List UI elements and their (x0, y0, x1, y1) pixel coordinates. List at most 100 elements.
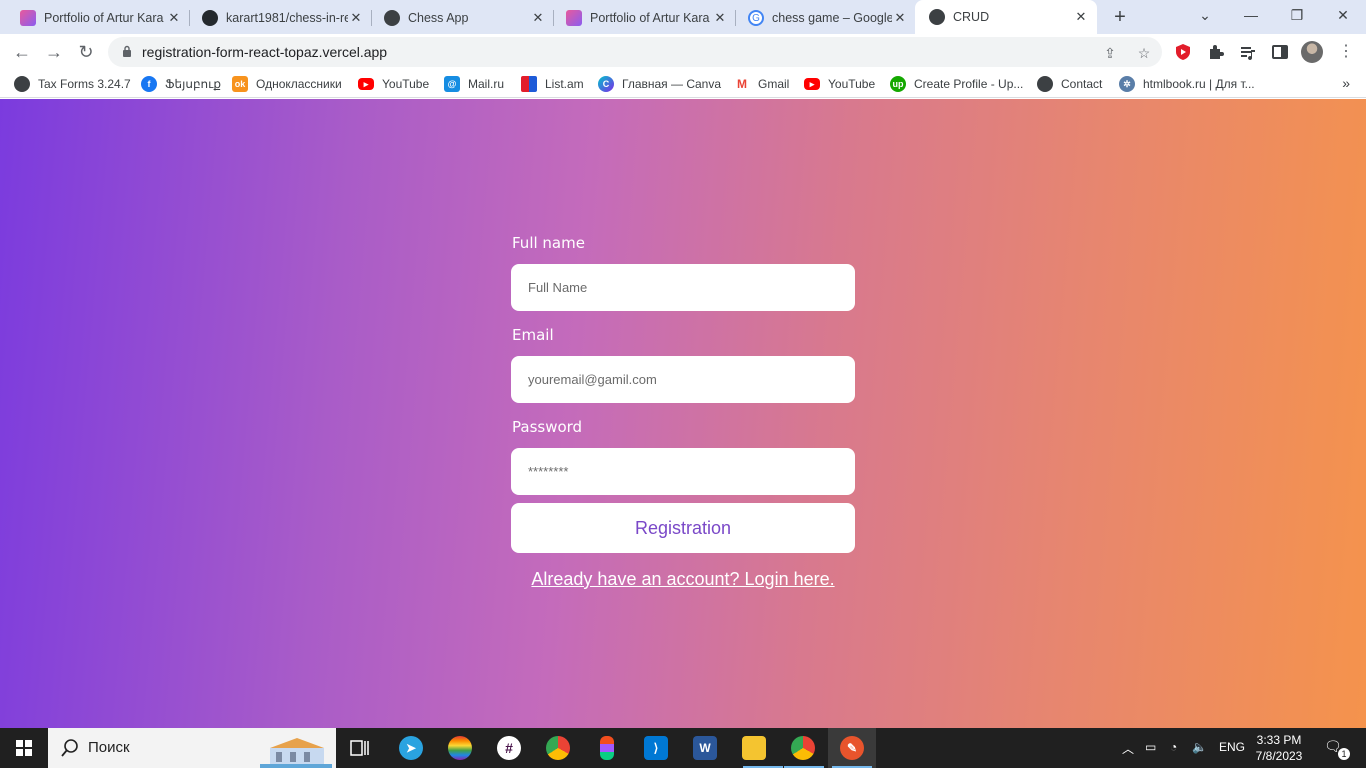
show-hidden-icons-chevron-icon[interactable]: ︿ (1122, 740, 1134, 757)
tab-google-search[interactable]: G chess game – Google ✕ (734, 2, 916, 34)
tab-github[interactable]: karart1981/chess-in-re ✕ (188, 2, 372, 34)
portfolio-icon (566, 10, 582, 26)
facebook-icon: f (141, 76, 157, 92)
odnoklassniki-icon: ok (232, 76, 248, 92)
listam-icon (521, 76, 537, 92)
extensions-puzzle-icon[interactable] (1207, 43, 1225, 61)
back-button[interactable]: ← (10, 40, 34, 64)
new-tab-button[interactable]: + (1108, 5, 1132, 29)
htmlbook-icon: ✲ (1119, 76, 1135, 92)
bookmark-label: YouTube (382, 77, 430, 91)
file-explorer-icon[interactable] (742, 736, 766, 760)
bookmark-label: Ֆեյսբուք (165, 77, 222, 91)
close-icon[interactable]: ✕ (348, 10, 364, 26)
url-text[interactable]: registration-form-react-topaz.vercel.app (142, 44, 387, 60)
clock-time: 3:33 PM (1256, 733, 1302, 747)
bookmark-label: Mail.ru (468, 77, 505, 91)
restore-button[interactable]: ❐ (1274, 0, 1320, 30)
bookmark-label: Create Profile - Up... (914, 77, 1024, 91)
bookmark-youtube-2[interactable]: ▸ YouTube (804, 75, 875, 93)
tab-title: Chess App (408, 11, 469, 25)
close-icon[interactable]: ✕ (530, 10, 546, 26)
slack-icon[interactable]: # (497, 736, 521, 760)
language-indicator[interactable]: ENG (1219, 740, 1245, 754)
forward-button[interactable]: → (42, 40, 66, 64)
registration-button[interactable]: Registration (511, 503, 855, 553)
bookmark-youtube-1[interactable]: ▸ YouTube (358, 75, 429, 93)
globe-icon (929, 9, 945, 25)
bookmark-listam[interactable]: List.am (521, 75, 584, 93)
close-icon[interactable]: ✕ (892, 10, 908, 26)
adblock-shield-icon[interactable] (1174, 43, 1192, 61)
paint-app-icon[interactable]: ✎ (840, 736, 864, 760)
word-icon[interactable]: W (693, 736, 717, 760)
rainbow-app-icon[interactable] (448, 736, 472, 760)
notification-count-badge: 1 (1338, 748, 1350, 760)
bookmark-upwork[interactable]: up Create Profile - Up... (890, 75, 1023, 93)
globe-icon (1037, 76, 1053, 92)
wifi-icon[interactable]: ◔ (1170, 740, 1177, 754)
close-icon[interactable]: ✕ (712, 10, 728, 26)
window-close-button[interactable]: ✕ (1320, 0, 1366, 30)
bookmark-gmail[interactable]: M Gmail (734, 75, 789, 93)
google-icon: G (748, 10, 764, 26)
battery-icon[interactable]: ▭ (1145, 740, 1156, 754)
portfolio-icon (20, 10, 36, 26)
task-view-icon[interactable] (348, 736, 372, 760)
tab-title: Portfolio of Artur Kara (44, 11, 164, 25)
minimize-button[interactable]: — (1228, 0, 1274, 30)
bookmarks-bar: Tax Forms 3.24.7 f Ֆեյսբուք ok Однокласс… (0, 70, 1366, 98)
taskbar-search[interactable]: Поиск (48, 728, 336, 768)
media-control-icon[interactable] (1239, 43, 1257, 61)
globe-icon (384, 10, 400, 26)
bookmark-mailru[interactable]: @ Mail.ru (444, 75, 504, 93)
tab-title: CRUD (953, 10, 990, 24)
browser-toolbar: ← → ↻ registration-form-react-topaz.verc… (0, 34, 1366, 70)
bookmark-tax-forms[interactable]: Tax Forms 3.24.7 (14, 75, 131, 93)
youtube-icon: ▸ (804, 78, 820, 90)
fullname-input[interactable] (511, 264, 855, 311)
chrome-profile-icon[interactable] (791, 736, 815, 760)
more-bookmarks-button[interactable]: » (1342, 75, 1350, 91)
mailru-icon: @ (444, 76, 460, 92)
bookmark-label: YouTube (828, 77, 876, 91)
gmail-icon: M (734, 76, 750, 92)
tab-crud-active[interactable]: CRUD ✕ (915, 0, 1097, 34)
bookmark-contact[interactable]: Contact (1037, 75, 1102, 93)
windows-start-icon[interactable] (0, 728, 48, 768)
github-icon (202, 10, 218, 26)
menu-kebab-icon[interactable]: ⋮ (1334, 40, 1358, 64)
bookmark-canva[interactable]: C Главная — Canva (598, 75, 721, 93)
reload-button[interactable]: ↻ (74, 40, 98, 64)
fullname-label: Full name (512, 234, 585, 252)
lock-icon[interactable] (122, 45, 132, 57)
telegram-icon[interactable]: ➤ (399, 736, 423, 760)
bookmark-label: Tax Forms 3.24.7 (38, 77, 131, 91)
email-input[interactable] (511, 356, 855, 403)
login-link[interactable]: Already have an account? Login here. (511, 569, 855, 590)
bookmark-label: Одноклассники (256, 77, 342, 91)
password-input[interactable] (511, 448, 855, 495)
chrome-icon[interactable] (546, 736, 570, 760)
profile-avatar[interactable] (1301, 41, 1323, 63)
side-panel-icon[interactable] (1271, 43, 1289, 61)
tab-portfolio-1[interactable]: Portfolio of Artur Kara ✕ (6, 2, 190, 34)
windows-taskbar: Поиск ➤ # ⟩ W ✎ ︿ ▭ ◔ 🔈 ENG 3:33 PM 7/8/… (0, 728, 1366, 768)
tab-portfolio-2[interactable]: Portfolio of Artur Kara ✕ (552, 2, 736, 34)
figma-icon[interactable] (600, 736, 614, 760)
vscode-icon[interactable]: ⟩ (644, 736, 668, 760)
share-icon[interactable]: ⇪ (1100, 43, 1120, 63)
search-highlight-illustration (260, 738, 332, 768)
tab-search-chevron-icon[interactable]: ⌄ (1182, 0, 1228, 30)
bookmark-star-icon[interactable]: ☆ (1134, 43, 1154, 63)
bookmark-htmlbook[interactable]: ✲ htmlbook.ru | Для т... (1119, 75, 1255, 93)
bookmark-label: htmlbook.ru | Для т... (1143, 77, 1255, 91)
close-icon[interactable]: ✕ (166, 10, 182, 26)
close-icon[interactable]: ✕ (1073, 9, 1089, 25)
clock[interactable]: 3:33 PM 7/8/2023 (1248, 732, 1310, 764)
address-bar[interactable]: registration-form-react-topaz.vercel.app… (108, 37, 1162, 67)
tab-chess-app[interactable]: Chess App ✕ (370, 2, 554, 34)
bookmark-odnoklassniki[interactable]: ok Одноклассники (232, 75, 342, 93)
volume-muted-icon[interactable]: 🔈 (1192, 740, 1207, 754)
bookmark-facebook[interactable]: f Ֆեյսբուք (141, 75, 221, 93)
